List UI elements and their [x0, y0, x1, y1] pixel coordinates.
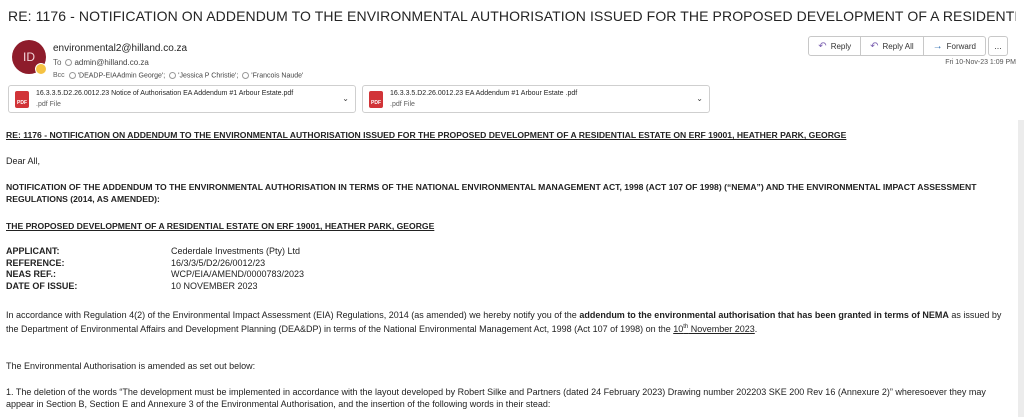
- presence-ring-icon: [169, 72, 177, 79]
- more-actions-button[interactable]: ...: [988, 36, 1008, 56]
- detail-value: 16/3/3/5/D2/26/0012/23: [171, 257, 266, 268]
- detail-value: 10 NOVEMBER 2023: [171, 280, 258, 291]
- paragraph-emphasis: addendum to the environmental authorisat…: [579, 310, 949, 320]
- presence-ring-icon: [65, 59, 73, 67]
- message-actions: ↶ Reply ↶ Reply All → Forward: [808, 36, 986, 56]
- reply-all-button[interactable]: ↶ Reply All: [861, 37, 924, 55]
- email-subject: RE: 1176 - NOTIFICATION ON ADDENDUM TO T…: [8, 8, 1016, 24]
- detail-key: APPLICANT:: [6, 246, 60, 256]
- attachment-name: 16.3.3.5.D2.26.0012.23 EA Addendum #1 Ar…: [390, 90, 578, 97]
- bcc-recipient[interactable]: 'DEADP-EIAAdmin George';: [68, 72, 166, 80]
- pdf-file-icon: PDF: [15, 91, 29, 108]
- to-recipient[interactable]: admin@hilland.co.za: [65, 58, 149, 67]
- presence-ring-icon: [68, 72, 76, 79]
- attachment-name: 16.3.3.5.D2.26.0012.23 Notice of Authori…: [36, 90, 294, 97]
- bcc-recipient-name: 'Jessica P Christie';: [178, 72, 239, 80]
- bcc-line: Bcc 'DEADP-EIAAdmin George'; 'Jessica P …: [53, 72, 303, 79]
- detail-row: APPLICANT: Cederdale Investments (Pty) Lt…: [6, 246, 606, 258]
- bcc-recipient-name: 'Francois Naude': [251, 72, 304, 80]
- detail-row: REFERENCE: 16/3/3/5/D2/26/0012/23: [6, 258, 606, 270]
- bcc-recipient[interactable]: 'Francois Naude': [242, 72, 303, 79]
- details-table: APPLICANT: Cederdale Investments (Pty) Lt…: [6, 246, 606, 292]
- issue-day: 10: [673, 323, 684, 334]
- sender-address[interactable]: environmental2@hilland.co.za: [53, 43, 187, 54]
- detail-row: DATE OF ISSUE: 10 NOVEMBER 2023: [6, 281, 606, 293]
- to-label: To: [53, 58, 62, 67]
- detail-row: NEAS REF.: WCP/EIA/AMEND/0000783/2023: [6, 269, 606, 281]
- reply-icon: ↶: [818, 40, 827, 52]
- reply-all-icon: ↶: [870, 40, 879, 52]
- paragraph-amended: The Environmental Authorisation is amend…: [6, 361, 256, 371]
- detail-key: REFERENCE:: [6, 257, 65, 268]
- detail-key: DATE OF ISSUE:: [6, 280, 78, 291]
- reply-button[interactable]: ↶ Reply: [809, 37, 862, 55]
- pdf-file-icon: PDF: [369, 91, 383, 108]
- issue-date-link: 10th November 2023: [673, 324, 755, 334]
- project-heading: THE PROPOSED DEVELOPMENT OF A RESIDENTIA…: [6, 221, 435, 231]
- presence-badge-icon: [35, 63, 47, 75]
- detail-value: WCP/EIA/AMEND/0000783/2023: [171, 269, 305, 279]
- attachment-card[interactable]: PDF 16.3.3.5.D2.26.0012.23 EA Addendum #…: [362, 85, 710, 113]
- reply-label: Reply: [830, 41, 852, 51]
- forward-label: Forward: [946, 41, 976, 51]
- notification-heading: NOTIFICATION OF THE ADDENDUM TO THE ENVI…: [6, 182, 977, 204]
- chevron-down-icon[interactable]: ⌄: [342, 94, 349, 103]
- attachment-type: .pdf File: [36, 101, 61, 108]
- re-heading: RE: 1176 - NOTIFICATION ON ADDENDUM TO T…: [6, 130, 847, 140]
- paragraph-item-1: 1. The deletion of the words “The develo…: [6, 387, 986, 409]
- scrollbar[interactable]: [1018, 120, 1024, 417]
- paragraph-text: In accordance with Regulation 4(2) of th…: [6, 310, 580, 320]
- issue-month: November 2023: [688, 323, 755, 334]
- detail-value: Cederdale Investments (Pty) Ltd: [171, 246, 301, 256]
- chevron-down-icon[interactable]: ⌄: [696, 94, 703, 103]
- forward-button[interactable]: → Forward: [924, 37, 985, 55]
- greeting: Dear All,: [6, 156, 41, 166]
- detail-key: NEAS REF.:: [6, 269, 57, 279]
- to-line: To admin@hilland.co.za: [53, 58, 149, 67]
- bcc-label: Bcc: [53, 72, 65, 80]
- bcc-recipient-name: 'DEADP-EIAAdmin George';: [77, 72, 166, 80]
- attachment-card[interactable]: PDF 16.3.3.5.D2.26.0012.23 Notice of Aut…: [8, 85, 356, 113]
- bcc-recipient[interactable]: 'Jessica P Christie';: [169, 72, 238, 79]
- presence-ring-icon: [242, 72, 250, 79]
- paragraph-text: .: [754, 323, 758, 334]
- sent-date: Fri 10-Nov-23 1:09 PM: [945, 59, 1016, 66]
- paragraph-notice: In accordance with Regulation 4(2) of th…: [6, 310, 1016, 335]
- attachment-type: .pdf File: [390, 101, 415, 108]
- reply-all-label: Reply All: [882, 41, 914, 51]
- forward-icon: →: [932, 40, 943, 52]
- to-recipient-address: admin@hilland.co.za: [74, 58, 149, 67]
